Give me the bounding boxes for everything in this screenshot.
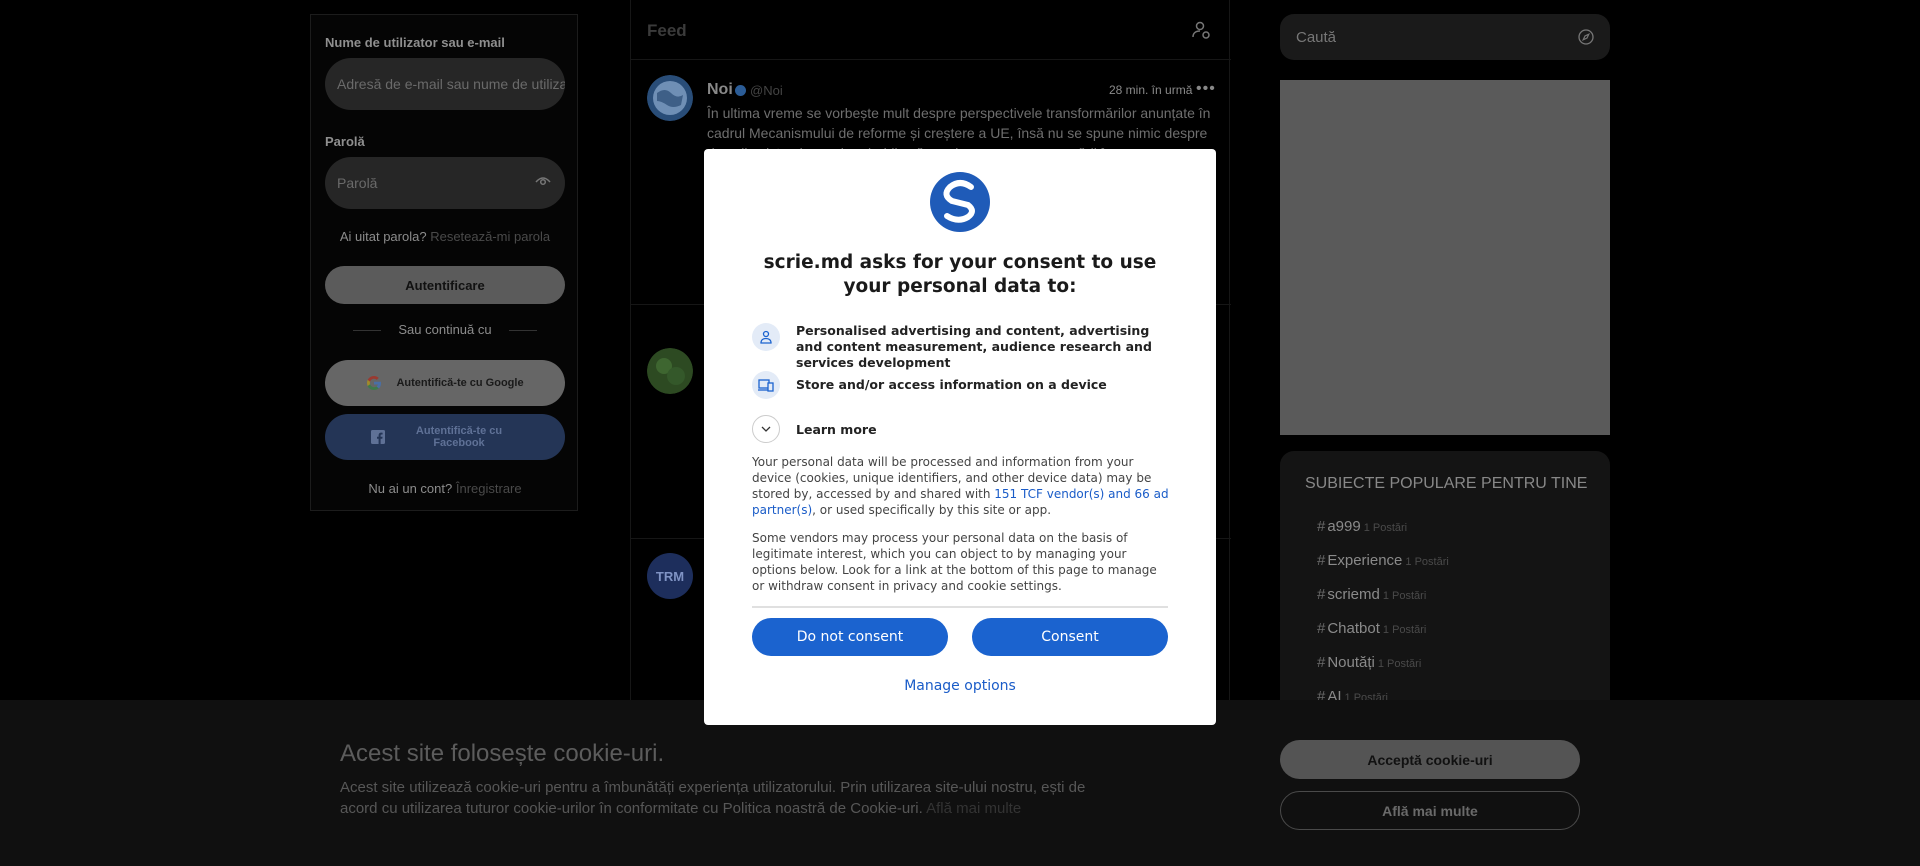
manage-options-link[interactable]: Manage options bbox=[704, 678, 1216, 694]
topic-item[interactable]: # Noutăți 1 Postări bbox=[1317, 654, 1421, 671]
topic-count: 1 Postări bbox=[1382, 624, 1427, 636]
verified-badge-icon bbox=[735, 85, 746, 96]
accept-cookies-button[interactable]: Acceptă cookie-uri bbox=[1280, 740, 1580, 779]
consent-paragraph-2: Some vendors may process your personal d… bbox=[752, 531, 1157, 593]
topics-title: SUBIECTE POPULARE PENTRU TINE bbox=[1305, 475, 1588, 492]
topic-count: 1 Postări bbox=[1405, 556, 1449, 568]
feed-header: Feed bbox=[631, 0, 1231, 60]
purpose-personalised-text: Personalised advertising and content, ad… bbox=[796, 323, 1152, 370]
consent-dialog: scrie.md asks for your consent to use yo… bbox=[704, 149, 1216, 725]
consent-paragraph-1: Your personal data will be processed and… bbox=[752, 454, 1170, 518]
do-not-consent-button[interactable]: Do not consent bbox=[752, 618, 948, 656]
or-continue-divider: Sau continuă cu bbox=[311, 322, 579, 337]
hashtag-icon: # bbox=[1317, 620, 1326, 637]
cookie-bar-text: Acest site utilizează cookie-uri pentru … bbox=[340, 777, 1120, 819]
login-card: Nume de utilizator sau e-mail Adresă de … bbox=[310, 14, 578, 511]
login-button[interactable]: Autentificare bbox=[325, 266, 565, 304]
username-placeholder: Adresă de e-mail sau nume de utilizator bbox=[337, 76, 565, 92]
search-placeholder: Caută bbox=[1296, 28, 1337, 46]
password-input[interactable]: Parolă bbox=[325, 157, 565, 209]
user-settings-icon[interactable] bbox=[1191, 20, 1211, 40]
chevron-down-icon bbox=[752, 415, 780, 443]
post-timestamp: 28 min. în urmă bbox=[1109, 83, 1193, 97]
google-icon bbox=[367, 376, 382, 390]
password-placeholder: Parolă bbox=[337, 175, 378, 191]
consent-title: scrie.md asks for your consent to use yo… bbox=[763, 252, 1157, 297]
forgot-text: Ai uitat parola? bbox=[339, 229, 427, 244]
ad-placeholder bbox=[1280, 80, 1610, 435]
hashtag-icon: # bbox=[1317, 518, 1326, 535]
topic-item[interactable]: # a999 1 Postări bbox=[1317, 518, 1407, 535]
post-author-name[interactable]: Noi bbox=[707, 81, 733, 99]
topic-item[interactable]: # scriemd 1 Postări bbox=[1317, 586, 1426, 603]
hashtag-icon: # bbox=[1317, 552, 1326, 569]
consent-button[interactable]: Consent bbox=[972, 618, 1168, 656]
post-avatar-3[interactable]: TRM bbox=[647, 553, 693, 599]
purpose-personalised: Personalised advertising and content, ad… bbox=[752, 323, 1176, 371]
person-icon bbox=[752, 323, 780, 351]
learn-more-label: Learn more bbox=[796, 421, 877, 437]
learn-more-button[interactable]: Află mai multe bbox=[1280, 791, 1580, 830]
topic-count: 1 Postări bbox=[1363, 522, 1408, 534]
eye-icon[interactable] bbox=[535, 176, 551, 188]
consent-divider bbox=[752, 606, 1168, 608]
compass-icon[interactable] bbox=[1578, 29, 1594, 45]
hashtag-icon: # bbox=[1317, 654, 1326, 671]
password-label: Parolă bbox=[325, 134, 365, 149]
purpose-storage: Store and/or access information on a dev… bbox=[752, 371, 1176, 399]
cookie-learn-more-link[interactable]: Află mai multe bbox=[926, 800, 1021, 817]
topic-name: a999 bbox=[1327, 518, 1361, 535]
facebook-button-label: Autentifică-te cu Facebook bbox=[415, 425, 503, 449]
no-account-text: Nu ai un cont? bbox=[368, 481, 453, 496]
search-input[interactable]: Caută bbox=[1280, 14, 1610, 60]
register-link[interactable]: Înregistrare bbox=[456, 481, 522, 496]
purpose-storage-text: Store and/or access information on a dev… bbox=[796, 377, 1107, 392]
google-button-label: Autentifică-te cu Google bbox=[396, 377, 524, 389]
topic-name: Chatbot bbox=[1327, 620, 1380, 637]
post-author-handle[interactable]: @Noi bbox=[750, 83, 783, 98]
topic-name: scriemd bbox=[1327, 586, 1380, 603]
reset-password-link[interactable]: Resetează-mi parola bbox=[430, 229, 550, 244]
green-avatar-icon bbox=[647, 348, 693, 394]
cookie-bar-title: Acest site folosește cookie-uri. bbox=[340, 740, 665, 767]
username-label: Nume de utilizator sau e-mail bbox=[325, 35, 505, 50]
more-options-icon[interactable]: ••• bbox=[1196, 80, 1216, 98]
topic-name: Noutăți bbox=[1327, 654, 1375, 671]
forgot-password: Ai uitat parola? Resetează-mi parola bbox=[311, 229, 579, 244]
topic-count: 1 Postări bbox=[1382, 590, 1427, 602]
topic-item[interactable]: # Chatbot 1 Postări bbox=[1317, 620, 1426, 637]
globe-avatar-icon bbox=[647, 75, 693, 121]
post-text: În ultima vreme se vorbește mult despre … bbox=[707, 105, 1211, 151]
facebook-icon bbox=[371, 430, 385, 444]
facebook-login-button[interactable]: Autentifică-te cu Facebook bbox=[325, 414, 565, 460]
topic-item[interactable]: # Experience 1 Postări bbox=[1317, 552, 1449, 569]
feed-title: Feed bbox=[647, 21, 687, 40]
site-logo-icon bbox=[930, 172, 990, 232]
no-account: Nu ai un cont? Înregistrare bbox=[311, 481, 579, 496]
post-avatar[interactable] bbox=[647, 75, 693, 121]
hashtag-icon: # bbox=[1317, 586, 1326, 603]
post-avatar-2[interactable] bbox=[647, 348, 693, 394]
google-login-button[interactable]: Autentifică-te cu Google bbox=[325, 360, 565, 406]
username-input[interactable]: Adresă de e-mail sau nume de utilizator bbox=[325, 58, 565, 110]
device-icon bbox=[752, 371, 780, 399]
topic-name: Experience bbox=[1327, 552, 1403, 569]
learn-more-toggle[interactable]: Learn more bbox=[752, 415, 877, 443]
topic-count: 1 Postări bbox=[1377, 658, 1422, 670]
para1-text-after: , or used specifically by this site or a… bbox=[812, 503, 1052, 517]
